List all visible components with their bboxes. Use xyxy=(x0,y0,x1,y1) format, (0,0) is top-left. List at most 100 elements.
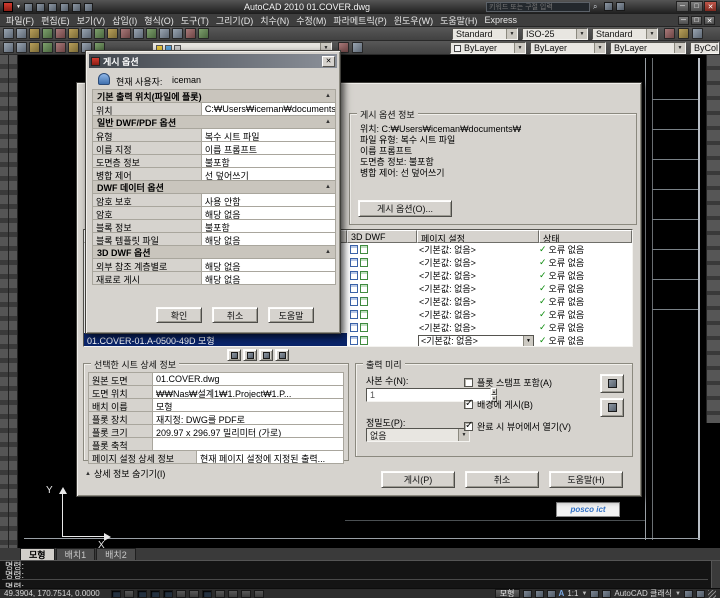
table-style-combo[interactable]: Standard ▼ xyxy=(592,28,658,40)
menu-parametric[interactable]: 파라메트릭(P) xyxy=(333,14,386,27)
toolbar-style-icon[interactable] xyxy=(678,28,689,39)
plot-stamp-checkbox-row[interactable]: ✓ 플롯 스탬프 포함(A) xyxy=(464,376,552,389)
command-line-area[interactable]: 명령: 명령: 명령: xyxy=(0,560,720,592)
section-default-output[interactable]: 기본 출력 위치(파일에 플롯) ▲ xyxy=(93,90,335,103)
menu-format[interactable]: 형식(O) xyxy=(144,14,174,27)
plot-stamp-settings-button[interactable] xyxy=(600,374,624,393)
ok-button[interactable]: 확인 xyxy=(156,307,202,323)
section-general-dwf-pdf[interactable]: 일반 DWF/PDF 옵션 ▲ xyxy=(93,116,335,129)
publish-options-button[interactable]: 게시 옵션(O)... xyxy=(358,200,452,217)
toolbar-new-icon[interactable] xyxy=(3,28,14,39)
toolbar-open-icon[interactable] xyxy=(16,28,27,39)
quick-view-layouts-icon[interactable] xyxy=(522,589,532,598)
tab-model[interactable]: 모형 xyxy=(20,548,55,560)
doc-minimize-button[interactable]: ─ xyxy=(678,16,689,25)
page-setup-cell[interactable]: <기본값: 없음> xyxy=(417,269,539,282)
doc-close-button[interactable]: ✕ xyxy=(704,16,715,25)
qp-toggle[interactable] xyxy=(227,589,238,598)
dim-style-combo[interactable]: ISO-25 ▼ xyxy=(522,28,588,40)
dialog-close-button[interactable]: ✕ xyxy=(322,55,335,67)
menu-help[interactable]: 도움말(H) xyxy=(440,14,477,27)
collapse-icon[interactable]: ▲ xyxy=(325,93,331,99)
layer-lock-icon[interactable] xyxy=(68,42,79,53)
menu-file[interactable]: 파일(F) xyxy=(6,14,34,27)
doc-restore-button[interactable]: □ xyxy=(691,16,702,25)
menu-express[interactable]: Express xyxy=(484,15,517,25)
copies-spinner[interactable]: ▲ ▼ xyxy=(366,388,497,402)
chevron-down-icon[interactable]: ▼ xyxy=(506,29,517,39)
collapse-icon[interactable]: ▲ xyxy=(325,119,331,125)
cancel-button[interactable]: 취소 xyxy=(212,307,258,323)
toolbar-publish-icon[interactable] xyxy=(68,28,79,39)
close-button[interactable]: ✕ xyxy=(704,1,717,12)
background-publish-checkbox[interactable]: ✓ xyxy=(464,398,473,409)
page-setup-cell[interactable]: <기본값: 없음> xyxy=(417,321,539,334)
ortho-toggle[interactable] xyxy=(136,589,147,598)
chevron-down-icon[interactable]: ▼ xyxy=(576,29,587,39)
plot-stamp-label[interactable]: 플롯 스탬프 포함(A) xyxy=(477,376,552,389)
page-setup-cell[interactable]: <기본값: 없음> xyxy=(417,243,539,256)
toolbar-plot-icon[interactable] xyxy=(42,28,53,39)
polar-toggle[interactable] xyxy=(149,589,160,598)
column-header-page-setup[interactable]: 페이지 설정 xyxy=(417,230,539,243)
toolbar-copy-icon[interactable] xyxy=(94,28,105,39)
layer-iso-icon[interactable] xyxy=(42,42,53,53)
page-setup-cell[interactable]: <기본값: 없음> xyxy=(417,282,539,295)
qat-save-icon[interactable] xyxy=(47,2,57,12)
publish-button[interactable]: 게시(P) xyxy=(381,471,455,488)
grid-toggle[interactable] xyxy=(123,589,134,598)
add-sheets-button[interactable] xyxy=(227,349,241,361)
section-3d-dwf[interactable]: 3D DWF 옵션 ▲ xyxy=(93,246,335,259)
toolbar-undo-icon[interactable] xyxy=(133,28,144,39)
property-value[interactable]: C:₩Users₩iceman₩documents₩ xyxy=(201,103,335,115)
spin-up-button[interactable]: ▲ xyxy=(491,388,497,395)
lwt-toggle[interactable] xyxy=(214,589,225,598)
viewport-scale[interactable]: 1:1 xyxy=(567,589,578,598)
menu-tools[interactable]: 도구(T) xyxy=(181,14,209,27)
menu-insert[interactable]: 삽입(I) xyxy=(112,14,137,27)
clean-screen-icon[interactable] xyxy=(696,589,705,598)
toolbar-paste-icon[interactable] xyxy=(107,28,118,39)
chevron-down-icon[interactable]: ▼ xyxy=(594,43,605,53)
qat-undo-icon[interactable] xyxy=(71,2,81,12)
snap-toggle[interactable] xyxy=(110,589,121,598)
hide-details-control[interactable]: ▲ 상세 정보 숨기기(I) xyxy=(85,467,165,480)
preview-sheet-button[interactable] xyxy=(275,349,289,361)
model-space-button[interactable]: 모형 xyxy=(494,589,520,598)
property-value[interactable]: 선 덮어쓰기 xyxy=(201,168,335,180)
menu-window[interactable]: 윈도우(W) xyxy=(394,14,433,27)
tab-layout2[interactable]: 배치2 xyxy=(96,548,136,560)
workspace-gear-icon[interactable] xyxy=(602,589,612,598)
menu-draw[interactable]: 그리기(D) xyxy=(216,14,253,27)
toolbar-redo-icon[interactable] xyxy=(146,28,157,39)
command-scrollbar[interactable] xyxy=(711,561,720,589)
open-viewer-checkbox-row[interactable]: ✓ 완료 시 뷰어에서 열기(V) xyxy=(464,420,571,433)
sc-toggle[interactable] xyxy=(240,589,251,598)
open-viewer-checkbox[interactable]: ✓ xyxy=(464,420,473,431)
help-button[interactable]: 도움말(H) xyxy=(549,471,623,488)
dialog-titlebar[interactable]: 게시 옵션 ✕ xyxy=(89,54,337,68)
menu-modify[interactable]: 수정(M) xyxy=(296,14,326,27)
toolbar-lock-icon[interactable] xyxy=(684,589,693,598)
dyn-toggle[interactable] xyxy=(201,589,212,598)
qat-open-icon[interactable] xyxy=(35,2,45,12)
help-search-input[interactable] xyxy=(486,2,590,12)
property-value[interactable]: 해당 없음 xyxy=(201,207,335,219)
menu-dimension[interactable]: 치수(N) xyxy=(260,14,289,27)
move-sheet-up-button[interactable] xyxy=(259,349,273,361)
remove-sheets-button[interactable] xyxy=(243,349,257,361)
chevron-down-icon[interactable]: ▼ xyxy=(514,43,525,53)
text-style-combo[interactable]: Standard ▼ xyxy=(452,28,518,40)
app-menu-icon[interactable] xyxy=(3,2,13,12)
toolbar-save-icon[interactable] xyxy=(29,28,40,39)
otrack-toggle[interactable] xyxy=(175,589,186,598)
help-button[interactable]: 도움말 xyxy=(268,307,314,323)
toolbar-pan-icon[interactable] xyxy=(159,28,170,39)
chevron-down-icon[interactable]: ▼ xyxy=(581,591,587,597)
toolbar-zoom-icon[interactable] xyxy=(172,28,183,39)
left-dock-toolbar-2[interactable] xyxy=(9,55,18,548)
steering-wheel-icon[interactable] xyxy=(546,589,556,598)
page-setup-cell[interactable]: <기본값: 없음> xyxy=(417,308,539,321)
collapse-icon[interactable]: ▲ xyxy=(325,184,331,190)
layer-properties-icon[interactable] xyxy=(3,42,14,53)
